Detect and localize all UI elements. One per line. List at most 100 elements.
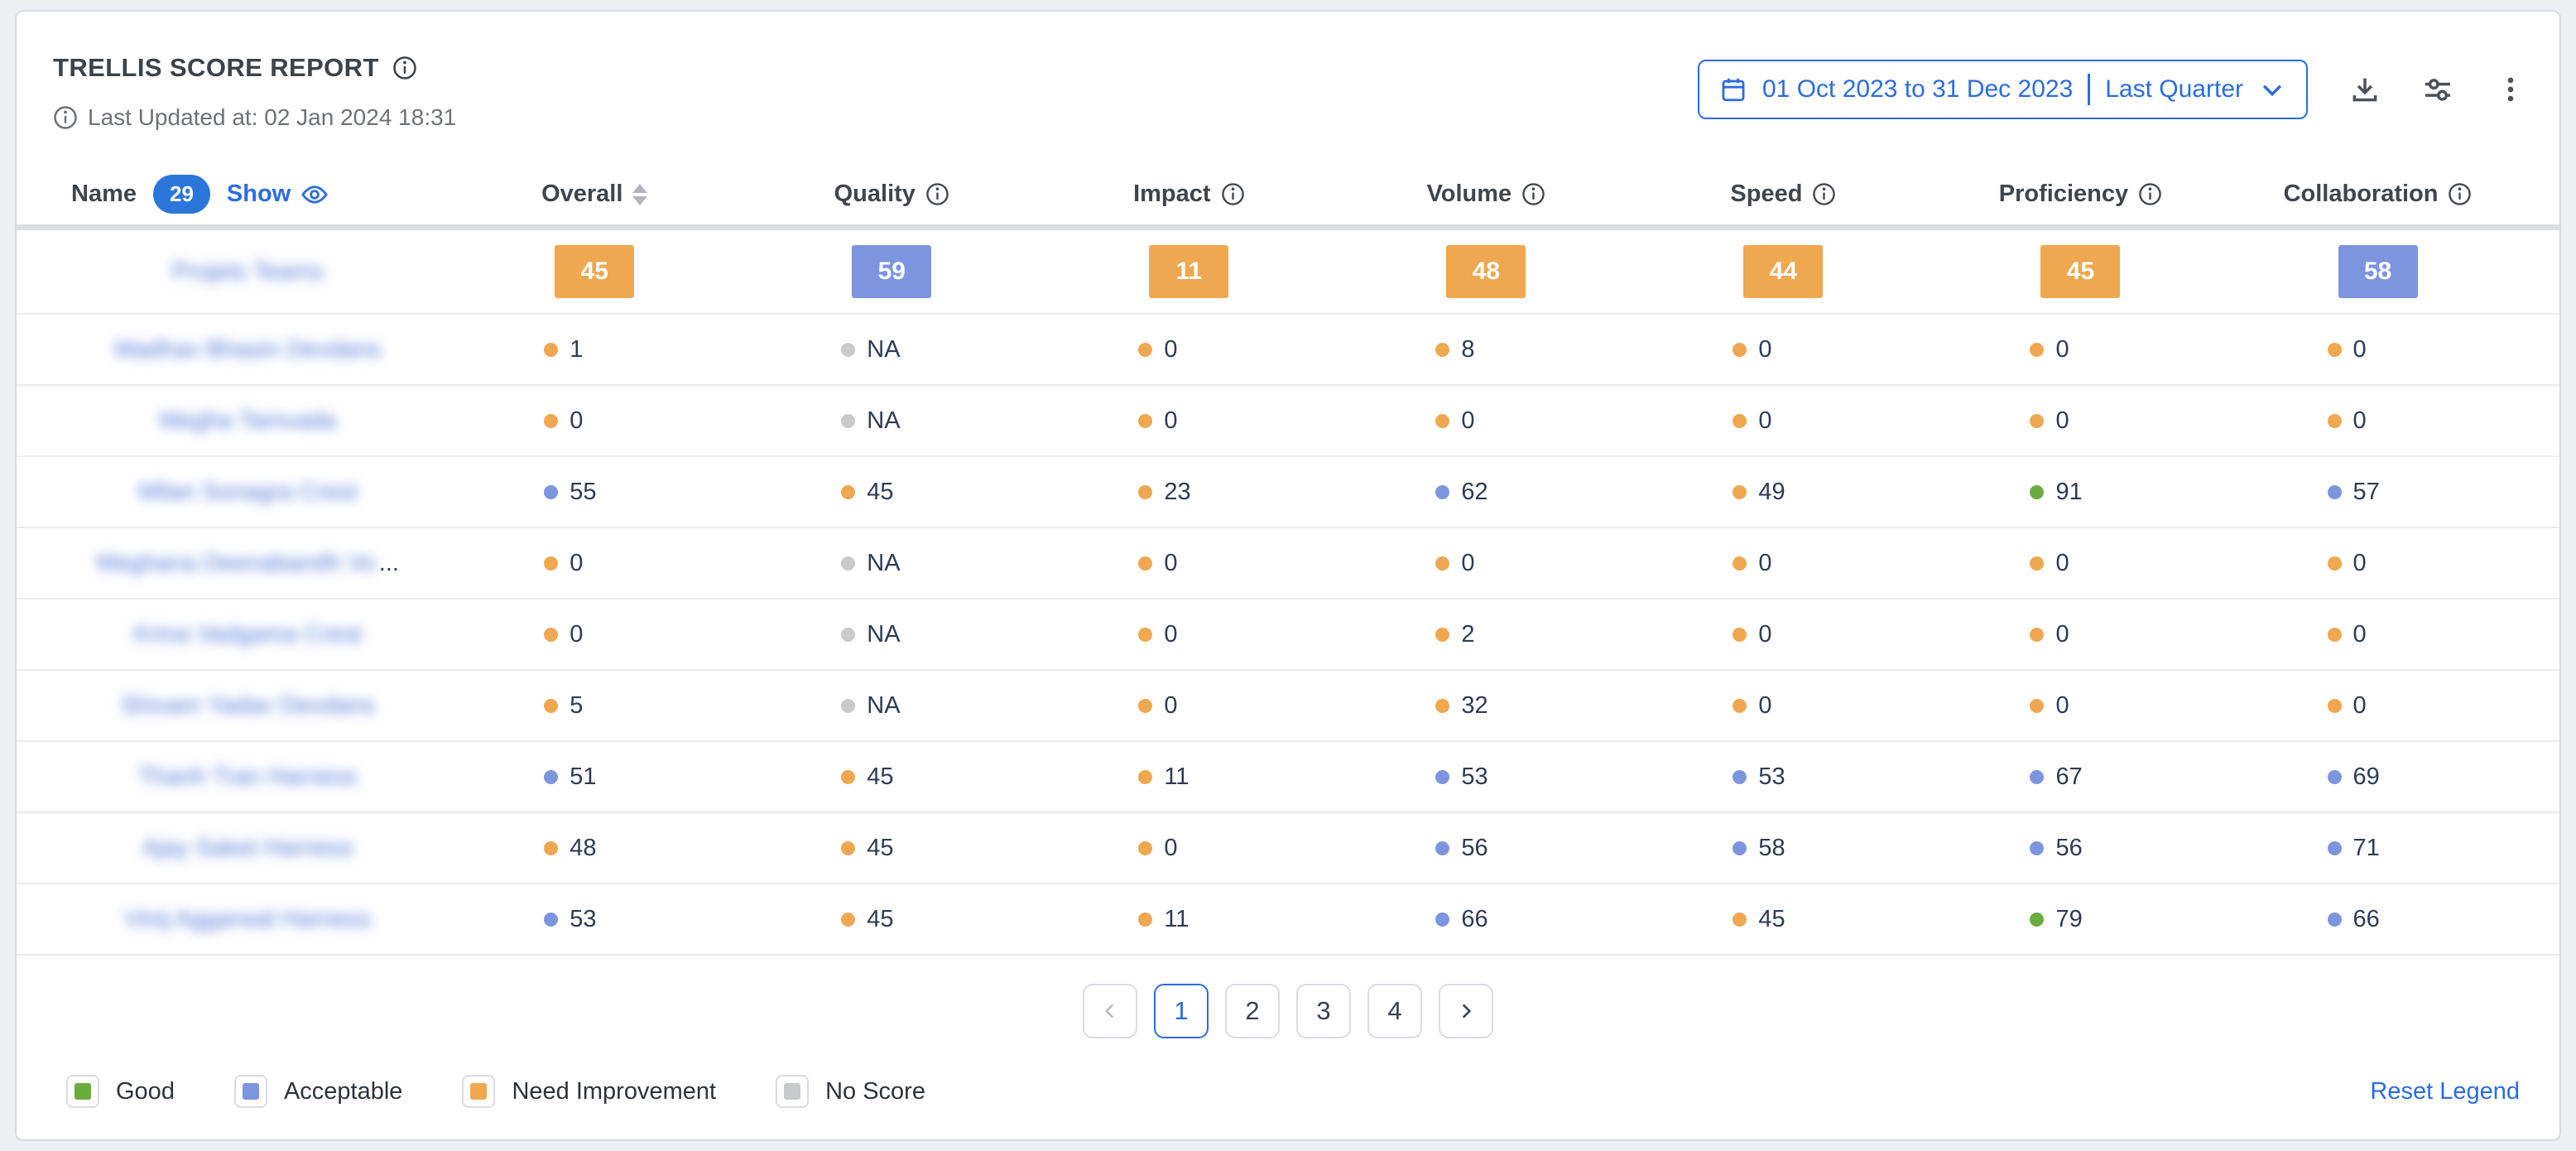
score-dot — [1435, 628, 1449, 642]
column-header-speed[interactable]: Speed — [1635, 181, 1932, 208]
score-dot — [1138, 343, 1152, 357]
row-name-link[interactable]: Vinij Aggarwal Harness — [125, 906, 372, 933]
score-value-group: 0 — [2328, 550, 2429, 577]
row-name-link[interactable]: Milan Sonagra Crest — [138, 479, 357, 506]
info-icon[interactable] — [1521, 182, 1545, 206]
score-value: 66 — [1461, 906, 1487, 933]
score-cell-quality: 45 — [743, 906, 1040, 933]
score-dot — [1435, 556, 1449, 571]
score-value-group: 56 — [1435, 835, 1536, 862]
pagination-next-button[interactable] — [1439, 984, 1493, 1038]
download-button[interactable] — [2349, 74, 2381, 105]
score-cell-collaboration: 66 — [2229, 906, 2526, 933]
score-value-group: 1 — [544, 336, 645, 364]
score-dot — [544, 770, 558, 784]
score-value-group: 91 — [2030, 479, 2131, 506]
score-value: 45 — [867, 763, 893, 791]
row-name-link[interactable]: Madhav Bhasin Devdans — [114, 336, 381, 364]
score-dot — [2030, 414, 2044, 428]
legend-item-acceptable[interactable]: Acceptable — [234, 1075, 403, 1108]
score-value: 56 — [1461, 835, 1487, 862]
name-cell: Madhav Bhasin Devdans — [50, 336, 446, 364]
more-options-button[interactable] — [2495, 74, 2526, 105]
score-value-group: 0 — [2328, 407, 2429, 435]
column-settings-button[interactable] — [2422, 74, 2453, 105]
column-header-proficiency[interactable]: Proficiency — [1932, 181, 2229, 208]
score-cell-overall: 0 — [446, 621, 743, 648]
pagination-page-4[interactable]: 4 — [1367, 984, 1422, 1038]
row-name-link[interactable]: Megha Tamvada — [159, 407, 336, 435]
score-value-group: 57 — [2328, 479, 2429, 506]
row-name-link[interactable]: Projets Teams — [172, 258, 324, 286]
score-value-group: NA — [841, 621, 942, 648]
column-header-overall[interactable]: Overall — [446, 181, 743, 208]
score-dot — [841, 556, 855, 571]
row-name-link[interactable]: Shivam Yadav Devdans — [121, 692, 375, 720]
score-cell-volume: 32 — [1338, 692, 1635, 720]
table-header-row: Name 29 Show OverallQualityImpactVolumeS… — [17, 164, 2559, 230]
pagination-page-1[interactable]: 1 — [1154, 984, 1209, 1038]
score-value: 79 — [2055, 906, 2082, 933]
date-range-button[interactable]: 01 Oct 2023 to 31 Dec 2023 Last Quarter — [1698, 60, 2308, 119]
title-info-icon[interactable] — [392, 55, 417, 80]
score-value: 71 — [2353, 835, 2380, 862]
row-name-link[interactable]: Thanh Tran Harness — [138, 763, 357, 791]
score-value: 0 — [1758, 407, 1771, 435]
legend-item-no-score[interactable]: No Score — [776, 1075, 925, 1108]
reset-legend-link[interactable]: Reset Legend — [2370, 1078, 2520, 1105]
legend-label: Good — [116, 1078, 175, 1105]
date-range-text: 01 Oct 2023 to 31 Dec 2023 — [1762, 75, 2073, 104]
legend-swatch-box — [234, 1075, 267, 1108]
row-name-link[interactable]: Krina Vadgama Crest — [134, 621, 362, 648]
legend-item-need-improvement[interactable]: Need Improvement — [462, 1075, 716, 1108]
table-row: Thanh Tran Harness51451153536769 — [17, 742, 2559, 813]
pagination-page-2[interactable]: 2 — [1225, 984, 1280, 1038]
score-value: 55 — [570, 479, 596, 506]
info-icon[interactable] — [2448, 182, 2472, 206]
score-cell-speed: 45 — [1635, 906, 1932, 933]
score-value-group: NA — [841, 550, 942, 577]
score-cell-impact: 23 — [1040, 479, 1338, 506]
score-cell-proficiency: 0 — [1932, 336, 2229, 364]
score-dot — [2328, 343, 2342, 357]
info-icon[interactable] — [1812, 182, 1836, 206]
score-dot — [2328, 485, 2342, 499]
score-value: 0 — [1164, 336, 1177, 364]
column-label: Impact — [1133, 181, 1210, 208]
score-value-group: 56 — [2030, 835, 2131, 862]
page-background: TRELLIS SCORE REPORT Last Updated at: 02… — [0, 0, 2576, 1151]
pagination-prev-button[interactable] — [1083, 984, 1137, 1038]
score-value-group: 49 — [1733, 479, 1833, 506]
score-value-group: 0 — [2030, 550, 2131, 577]
score-value-group: 45 — [841, 835, 942, 862]
score-dot — [1733, 699, 1747, 713]
score-cell-impact: 0 — [1040, 835, 1338, 862]
show-names-toggle[interactable]: Show — [227, 181, 329, 209]
score-cell-quality: 45 — [743, 763, 1040, 791]
info-icon[interactable] — [2138, 182, 2162, 206]
score-cell-collaboration: 0 — [2229, 336, 2526, 364]
column-header-quality[interactable]: Quality — [743, 181, 1040, 208]
chevron-down-icon — [2258, 75, 2286, 104]
page-title: TRELLIS SCORE REPORT — [53, 53, 379, 83]
row-name-link[interactable]: Meghana Deenabandh Vo — [97, 550, 376, 577]
score-cell-collaboration: 57 — [2229, 479, 2526, 506]
column-header-collaboration[interactable]: Collaboration — [2229, 181, 2526, 208]
column-header-volume[interactable]: Volume — [1338, 181, 1635, 208]
pagination-page-3[interactable]: 3 — [1296, 984, 1351, 1038]
score-badge: 59 — [852, 245, 931, 298]
score-cell-volume: 2 — [1338, 621, 1635, 648]
score-value-group: 67 — [2030, 763, 2131, 791]
score-cell-impact: 0 — [1040, 692, 1338, 720]
info-icon[interactable] — [1221, 182, 1245, 206]
score-value-group: 0 — [2030, 407, 2131, 435]
column-header-impact[interactable]: Impact — [1040, 181, 1338, 208]
legend-item-good[interactable]: Good — [66, 1075, 175, 1108]
score-badge: 45 — [2040, 245, 2120, 298]
score-cell-quality: NA — [743, 336, 1040, 364]
score-dot — [841, 628, 855, 642]
score-cell-volume: 62 — [1338, 479, 1635, 506]
sort-icon[interactable] — [632, 184, 647, 205]
info-icon[interactable] — [925, 182, 949, 206]
row-name-link[interactable]: Ajay Saket Harness — [142, 835, 353, 862]
